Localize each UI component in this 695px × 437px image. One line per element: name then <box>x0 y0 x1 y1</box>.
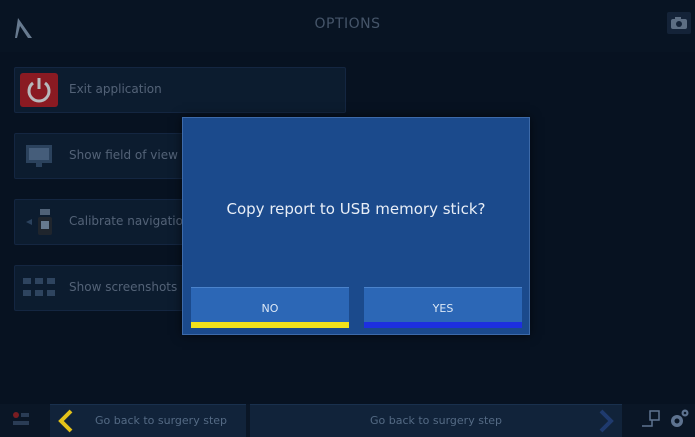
no-button-indicator <box>191 322 349 328</box>
back-to-surgery-step-left-button[interactable]: Go back to surgery step <box>50 404 246 437</box>
usb-icon[interactable] <box>640 408 662 430</box>
back-right-label: Go back to surgery step <box>369 414 503 427</box>
settings-gear-icon[interactable] <box>668 408 690 430</box>
chevron-right-icon <box>599 409 614 433</box>
yes-button-label: YES <box>432 302 454 315</box>
back-left-label: Go back to surgery step <box>94 414 228 427</box>
yes-button-indicator <box>364 322 522 328</box>
yes-button[interactable]: YES <box>364 287 522 328</box>
back-to-surgery-step-right-button[interactable]: Go back to surgery step <box>250 404 622 437</box>
status-indicator-icon <box>13 412 29 425</box>
usb-copy-dialog: Copy report to USB memory stick? NO YES <box>182 117 530 335</box>
no-button[interactable]: NO <box>191 287 349 328</box>
no-button-label: NO <box>261 302 279 315</box>
dialog-message: Copy report to USB memory stick? <box>226 200 486 218</box>
